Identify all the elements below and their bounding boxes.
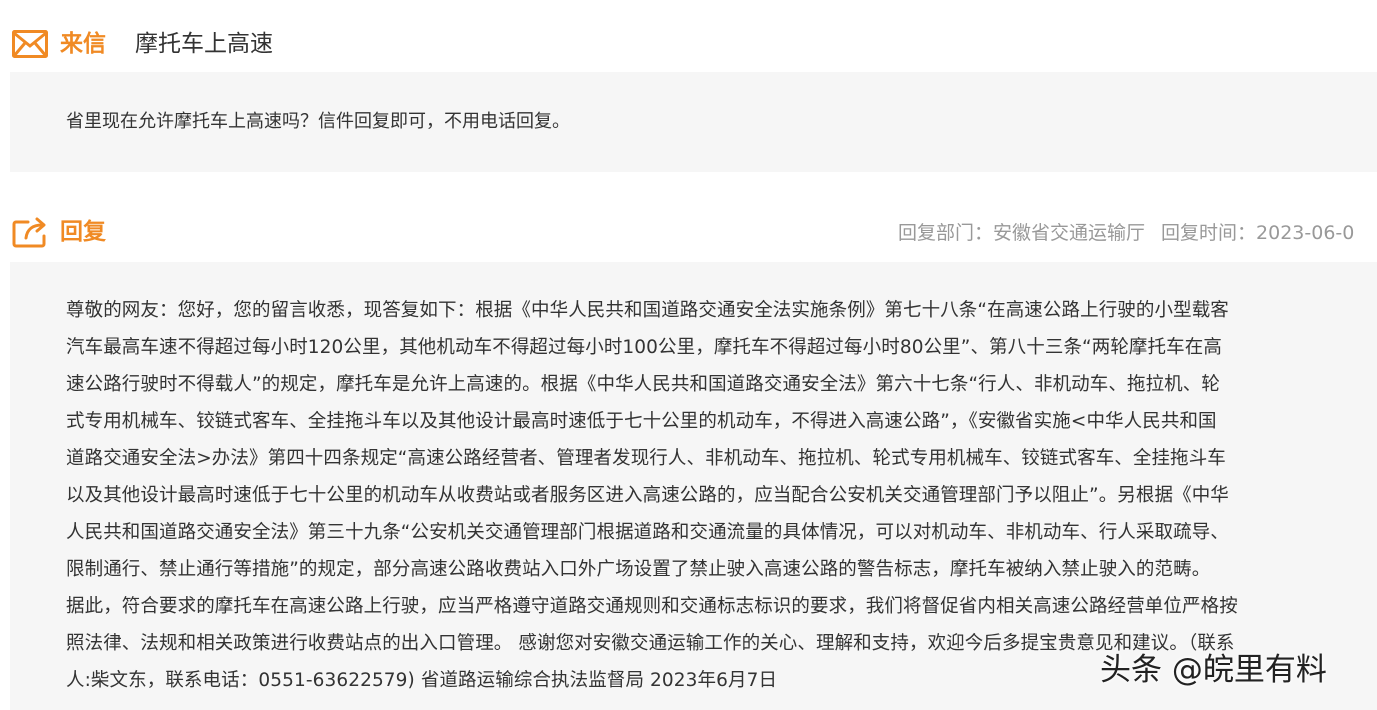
reply-body-panel: 尊敬的网友：您好，您的留言收悉，现答复如下：根据《中华人民共和国道路交通安全法实… <box>10 262 1377 710</box>
reply-content: 尊敬的网友：您好，您的留言收悉，现答复如下：根据《中华人民共和国道路交通安全法实… <box>66 292 1338 699</box>
reply-line: 式专用机械车、铰链式客车、全挂拖斗车以及其他设计最高时速低于七十公里的机动车，不… <box>66 411 1217 432</box>
reply-line: 据此，符合要求的摩托车在高速公路上行驶，应当严格遵守道路交通规则和交通标志标识的… <box>66 596 1238 617</box>
watermark: 头条 @皖里有料 <box>1100 652 1327 688</box>
reply-line: 限制通行、禁止通行等措施”的规定，部分高速公路收费站入口外广场设置了禁止驶入高速… <box>66 559 1211 580</box>
reply-meta: 回复部门：安徽省交通运输厅 回复时间：2023-06-0 <box>898 218 1354 248</box>
reply-time: 回复时间：2023-06-0 <box>1161 222 1355 244</box>
reply-label: 回复 <box>60 219 106 245</box>
reply-line: 以及其他设计最高时速低于七十公里的机动车从收费站或者服务区进入高速公路的，应当配… <box>66 485 1229 506</box>
letter-content: 省里现在允许摩托车上高速吗？信件回复即可，不用电话回复。 <box>66 111 570 132</box>
letter-subject: 摩托车上高速 <box>135 31 273 57</box>
reply-line: 道路交通安全法>办法》第四十四条规定“高速公路经营者、管理者发现行人、非机动车、… <box>66 448 1226 469</box>
reply-line: 汽车最高车速不得超过每小时120公里，其他机动车不得超过每小时100公里，摩托车… <box>66 337 1222 358</box>
reply-share-icon <box>12 216 50 248</box>
reply-header: 回复 回复部门：安徽省交通运输厅 回复时间：2023-06-0 <box>0 210 1377 256</box>
letter-label: 来信 <box>60 31 106 57</box>
reply-line: 人民共和国道路交通安全法》第三十九条“公安机关交通管理部门根据道路和交通流量的具… <box>66 522 1229 543</box>
reply-line: 速公路行驶时不得载人”的规定，摩托车是允许上高速的。根据《中华人民共和国道路交通… <box>66 374 1220 395</box>
letter-header: 来信 摩托车上高速 <box>0 22 1377 68</box>
reply-line: 尊敬的网友：您好，您的留言收悉，现答复如下：根据《中华人民共和国道路交通安全法实… <box>66 300 1229 321</box>
letter-detail-page: 来信 摩托车上高速 省里现在允许摩托车上高速吗？信件回复即可，不用电话回复。 回… <box>0 0 1377 710</box>
letter-body-panel: 省里现在允许摩托车上高速吗？信件回复即可，不用电话回复。 <box>10 72 1377 172</box>
mail-icon <box>12 30 48 58</box>
reply-department: 回复部门：安徽省交通运输厅 <box>898 222 1146 244</box>
